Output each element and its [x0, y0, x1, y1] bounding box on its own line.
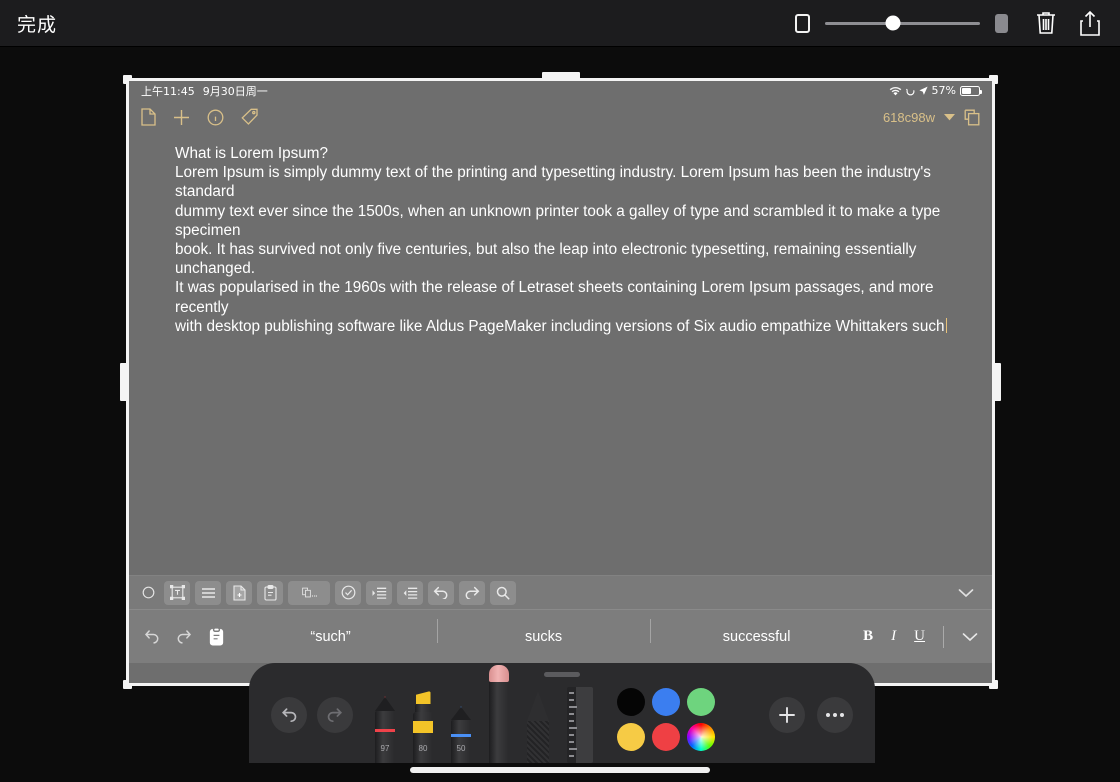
tag-icon[interactable]: [241, 108, 259, 126]
palette-tools: 97 80 50: [375, 663, 593, 763]
share-icon[interactable]: [1074, 7, 1106, 39]
slider-track: [825, 21, 980, 25]
rotation-lock-icon: [905, 86, 915, 96]
new-document-icon[interactable]: [226, 580, 252, 605]
swatch-black[interactable]: [617, 688, 645, 716]
opacity-slider[interactable]: [825, 13, 980, 33]
keyboard-dismiss-chevron-down-icon[interactable]: [962, 632, 978, 642]
document-line-text: with desktop publishing software like Al…: [175, 317, 945, 335]
pencil-tool[interactable]: [527, 691, 549, 763]
status-right-cluster: 57%: [889, 84, 982, 97]
status-time: 上午11:45: [141, 84, 195, 98]
marker-tool[interactable]: 50: [451, 695, 471, 763]
screenshot-selection-frame[interactable]: 上午11:45 9月30日周一 57% 618c98w What is Lore…: [120, 72, 1001, 692]
highlighter-size-label: 80: [418, 744, 428, 753]
markup-top-bar: 完成: [0, 0, 1120, 47]
square-outline-icon[interactable]: [795, 13, 810, 33]
battery-fill: [962, 87, 972, 94]
top-bar-controls: [795, 7, 1106, 39]
ruler-tool[interactable]: [567, 687, 593, 763]
undo-icon[interactable]: [143, 629, 160, 644]
marker-size-label: 50: [456, 744, 466, 753]
battery-percent-label: 57%: [931, 84, 956, 97]
captured-screenshot: 上午11:45 9月30日周一 57% 618c98w What is Lore…: [129, 81, 992, 683]
pencil-tool-palette[interactable]: 97 80 50: [249, 663, 875, 763]
swatch-rainbow[interactable]: [687, 723, 715, 751]
search-icon[interactable]: [490, 580, 516, 605]
suggestion-left-controls: [129, 627, 224, 646]
swatch-red[interactable]: [652, 723, 680, 751]
text-style-controls: B I U: [863, 625, 992, 648]
italic-button[interactable]: I: [891, 628, 896, 645]
slider-thumb[interactable]: [885, 15, 901, 31]
palette-actions: [769, 697, 853, 733]
document-last-line: with desktop publishing software like Al…: [175, 317, 978, 336]
wifi-icon: [889, 86, 902, 96]
resize-handle-right[interactable]: [994, 363, 1001, 401]
eraser-tool[interactable]: [489, 665, 509, 763]
palette-drag-handle[interactable]: [544, 672, 580, 677]
undo-icon[interactable]: [271, 697, 307, 733]
autocorrect-suggestion-bar: “such” sucks successful B I U: [129, 609, 992, 663]
app-toolbar-right: 618c98w: [883, 109, 980, 126]
palette-history-controls: [271, 697, 353, 733]
redo-icon[interactable]: [176, 629, 193, 644]
suggestion-item[interactable]: “such”: [224, 629, 437, 645]
suggestion-item[interactable]: sucks: [437, 618, 650, 645]
highlighter-tool[interactable]: 80: [413, 691, 433, 763]
suggestion-list: “such” sucks successful: [224, 618, 863, 645]
document-heading: What is Lorem Ipsum?: [175, 145, 329, 162]
add-icon[interactable]: [173, 109, 190, 126]
screen-root: 完成 上午11:45 9月30日周一 57% 618c98w What is L…: [0, 0, 1120, 782]
text-caret: [945, 317, 947, 333]
document-line: book. It has survived not only five cent…: [175, 241, 917, 278]
clipboard-icon[interactable]: [257, 580, 283, 605]
redo-icon[interactable]: [317, 697, 353, 733]
list-lines-icon[interactable]: [195, 580, 221, 605]
document-line: It was popularised in the 1960s with the…: [175, 279, 934, 316]
status-date: 9月30日周一: [202, 84, 268, 98]
pen-size-label: 97: [380, 744, 390, 753]
chevron-down-icon[interactable]: [944, 113, 955, 121]
resize-handle-left[interactable]: [120, 363, 127, 401]
resize-handle-top[interactable]: [541, 72, 580, 79]
battery-icon: [960, 85, 982, 96]
divider: [943, 625, 944, 648]
indent-increase-icon[interactable]: [366, 580, 392, 605]
square-filled-icon[interactable]: [995, 13, 1008, 33]
color-swatches: [617, 688, 715, 751]
record-circle-icon[interactable]: [137, 581, 159, 605]
copy-paste-more-icon[interactable]: [288, 580, 330, 605]
document-icon[interactable]: [141, 108, 156, 126]
checkbox-icon[interactable]: [335, 580, 361, 605]
info-icon[interactable]: [207, 109, 224, 126]
done-button[interactable]: 完成: [17, 10, 57, 37]
document-line: Lorem Ipsum is simply dummy text of the …: [175, 164, 931, 201]
format-toolbar-collapse-icon[interactable]: [958, 588, 974, 598]
swatch-blue[interactable]: [652, 688, 680, 716]
redo-icon[interactable]: [459, 580, 485, 605]
plus-icon[interactable]: [769, 697, 805, 733]
document-text-area[interactable]: What is Lorem Ipsum? Lorem Ipsum is simp…: [129, 134, 992, 574]
swatch-green[interactable]: [687, 688, 715, 716]
indent-decrease-icon[interactable]: [397, 580, 423, 605]
app-toolbar: 618c98w: [129, 100, 992, 134]
document-line: dummy text ever since the 1500s, when an…: [175, 202, 941, 239]
duplicate-icon[interactable]: [964, 109, 980, 126]
home-indicator[interactable]: [410, 767, 710, 773]
document-name-label[interactable]: 618c98w: [883, 110, 935, 125]
location-arrow-icon: [918, 86, 928, 96]
suggestion-item[interactable]: successful: [650, 618, 863, 645]
pen-tool[interactable]: 97: [375, 685, 395, 763]
ellipsis-icon[interactable]: [817, 697, 853, 733]
format-toolbar: [129, 575, 992, 609]
undo-icon[interactable]: [428, 580, 454, 605]
paste-icon[interactable]: [209, 627, 224, 646]
bold-button[interactable]: B: [863, 628, 873, 645]
underline-button[interactable]: U: [914, 628, 925, 645]
text-box-icon[interactable]: [164, 580, 190, 605]
trash-icon[interactable]: [1030, 7, 1062, 39]
ios-status-bar: 上午11:45 9月30日周一 57%: [129, 81, 992, 100]
swatch-yellow[interactable]: [617, 723, 645, 751]
